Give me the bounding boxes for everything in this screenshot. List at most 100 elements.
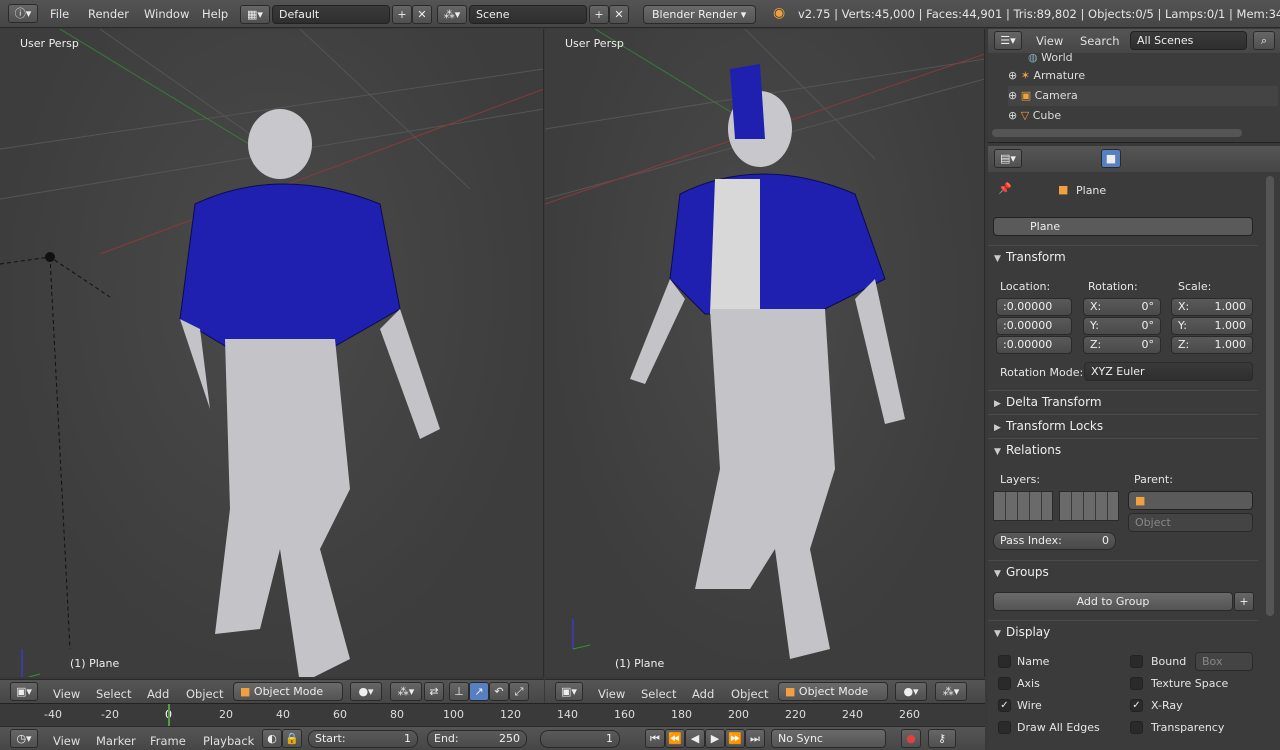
delta-transform-header[interactable]: ▶ Delta Transform — [988, 390, 1258, 412]
scene-field[interactable]: Scene — [469, 5, 587, 24]
add-scene-icon[interactable]: + — [589, 5, 609, 24]
tl-menu-frame[interactable]: Frame — [150, 734, 186, 748]
bound-type-select[interactable]: Box — [1195, 652, 1253, 671]
outliner-item-camera[interactable]: ⊕ ▣ Camera — [1008, 86, 1278, 106]
vp-left-menu-select[interactable]: Select — [96, 687, 131, 701]
sync-select[interactable]: No Sync — [771, 729, 886, 748]
pivot-icon[interactable]: ⁂▾ — [935, 682, 967, 701]
transform-locks-header[interactable]: ▶ Transform Locks — [988, 414, 1258, 436]
outliner-scrollbar[interactable] — [992, 129, 1242, 137]
jump-end-icon[interactable]: ⏭ — [745, 729, 765, 748]
editor-type-icon[interactable]: ▣▾ — [10, 682, 38, 701]
tl-menu-view[interactable]: View — [53, 734, 80, 748]
groups-header[interactable]: ▼ Groups — [988, 560, 1258, 582]
wire-checkbox[interactable]: ✓ — [998, 699, 1011, 712]
scale-x[interactable]: X: 1.000 — [1171, 298, 1253, 316]
vp-right-menu-object[interactable]: Object — [731, 687, 768, 701]
search-icon[interactable]: ⌕ — [1253, 31, 1275, 50]
current-frame-field[interactable]: 1 — [540, 730, 620, 748]
axis-checkbox[interactable] — [998, 677, 1011, 690]
display-header[interactable]: ▼ Display — [988, 620, 1258, 642]
vp-right-menu-add[interactable]: Add — [692, 687, 714, 701]
object-tab-icon[interactable]: ■ — [1101, 149, 1121, 168]
add-group-icon[interactable]: + — [1234, 592, 1254, 611]
scene-icon[interactable]: ⁂▾ — [437, 5, 467, 24]
lock-icon[interactable]: 🔒 — [282, 729, 302, 748]
current-frame-marker[interactable] — [168, 704, 170, 726]
menu-help[interactable]: Help — [202, 7, 228, 21]
xray-checkbox[interactable]: ✓ — [1130, 699, 1143, 712]
jump-start-icon[interactable]: ⏮ — [645, 729, 665, 748]
prev-key-icon[interactable]: ⏪ — [665, 729, 685, 748]
vp-left-menu-object[interactable]: Object — [186, 687, 223, 701]
pivot-icon[interactable]: ⁂▾ — [390, 682, 422, 701]
start-frame-field[interactable]: Start: 1 — [308, 730, 418, 748]
rotation-x[interactable]: X: 0° — [1083, 298, 1161, 316]
parent-type-select[interactable]: Object — [1128, 513, 1253, 532]
draw-all-edges-checkbox[interactable] — [998, 721, 1011, 734]
pin-icon[interactable]: 📌 — [998, 182, 1012, 195]
menu-file[interactable]: File — [50, 7, 69, 21]
play-icon[interactable]: ▶ — [705, 729, 725, 748]
layout-icon[interactable]: ▦▾ — [240, 5, 270, 24]
relations-header[interactable]: ▼ Relations — [988, 438, 1258, 460]
end-frame-field[interactable]: End: 250 — [427, 730, 527, 748]
add-layout-icon[interactable]: + — [392, 5, 412, 24]
parent-field[interactable]: ■ — [1128, 491, 1253, 510]
keying-icon[interactable]: ⚷ — [928, 729, 956, 748]
timeline-ruler[interactable]: -40 -20 0 20 40 60 80 100 120 140 160 18… — [0, 703, 985, 726]
object-name-field[interactable]: Plane — [993, 217, 1253, 236]
scale-z[interactable]: Z: 1.000 — [1171, 336, 1253, 354]
outliner-item-cube[interactable]: ⊕ ▽ Cube — [1008, 106, 1278, 126]
range-icon[interactable]: ◐ — [262, 729, 282, 748]
vp-left-menu-view[interactable]: View — [53, 687, 80, 701]
menu-window[interactable]: Window — [144, 7, 189, 21]
shading-icon[interactable]: ●▾ — [895, 682, 927, 701]
rotation-y[interactable]: Y: 0° — [1083, 317, 1161, 335]
transform-panel-header[interactable]: ▼ Transform — [988, 245, 1258, 267]
outliner-item-armature[interactable]: ⊕ ✶ Armature — [1008, 66, 1278, 86]
vp-left-mode-select[interactable]: ■ Object Mode — [233, 682, 343, 701]
location-y[interactable]: :0.00000 — [996, 317, 1072, 335]
manipulator-icon[interactable]: ⇄ — [424, 682, 444, 701]
play-reverse-icon[interactable]: ◀ — [685, 729, 705, 748]
render-engine-select[interactable]: Blender Render ▾ — [643, 5, 756, 24]
outliner-item-world[interactable]: ◍ World — [1028, 48, 1073, 68]
vp-right-menu-view[interactable]: View — [598, 687, 625, 701]
outliner-menu-search[interactable]: Search — [1080, 34, 1120, 48]
timeline-editor-icon[interactable]: ◷▾ — [10, 729, 38, 748]
tl-menu-marker[interactable]: Marker — [96, 734, 136, 748]
location-x[interactable]: :0.00000 — [996, 298, 1072, 316]
outliner-editor-icon[interactable]: ☰▾ — [994, 31, 1022, 50]
editor-type-icon[interactable]: ▣▾ — [555, 682, 583, 701]
add-to-group-button[interactable]: Add to Group — [993, 592, 1233, 611]
layout-field[interactable]: Default — [272, 5, 390, 24]
pass-index-field[interactable]: Pass Index: 0 — [993, 532, 1116, 550]
layers-grid-b[interactable] — [1059, 491, 1119, 521]
scale-y[interactable]: Y: 1.000 — [1171, 317, 1253, 335]
rotation-mode-select[interactable]: XYZ Euler — [1084, 362, 1253, 381]
vp-right-mode-select[interactable]: ■ Object Mode — [778, 682, 888, 701]
info-editor-icon[interactable]: ⓘ▾ — [8, 4, 38, 23]
bound-checkbox[interactable] — [1130, 655, 1143, 668]
tl-menu-playback[interactable]: Playback — [203, 734, 254, 748]
shading-icon[interactable]: ●▾ — [350, 682, 382, 701]
remove-scene-icon[interactable]: ✕ — [609, 5, 629, 24]
vp-right-menu-select[interactable]: Select — [641, 687, 676, 701]
record-icon[interactable]: ● — [901, 729, 921, 748]
outliner-filter-select[interactable]: All Scenes — [1130, 31, 1247, 50]
rotation-z[interactable]: Z: 0° — [1083, 336, 1161, 354]
vp-left-menu-add[interactable]: Add — [147, 687, 169, 701]
properties-editor-icon[interactable]: ▤▾ — [994, 149, 1022, 168]
rotate-icon[interactable]: ↶ — [489, 682, 509, 701]
outliner-menu-view[interactable]: View — [1036, 34, 1063, 48]
properties-scrollbar[interactable] — [1266, 176, 1274, 616]
translate-icon[interactable]: ⊥ — [449, 682, 469, 701]
location-z[interactable]: :0.00000 — [996, 336, 1072, 354]
texture-space-checkbox[interactable] — [1130, 677, 1143, 690]
viewport-right[interactable]: User Persp (1) Plane — [545, 29, 985, 677]
transparency-checkbox[interactable] — [1130, 721, 1143, 734]
move-icon[interactable]: ↗ — [469, 682, 489, 701]
next-key-icon[interactable]: ⏩ — [725, 729, 745, 748]
scale-icon[interactable]: ⤢ — [509, 682, 529, 701]
